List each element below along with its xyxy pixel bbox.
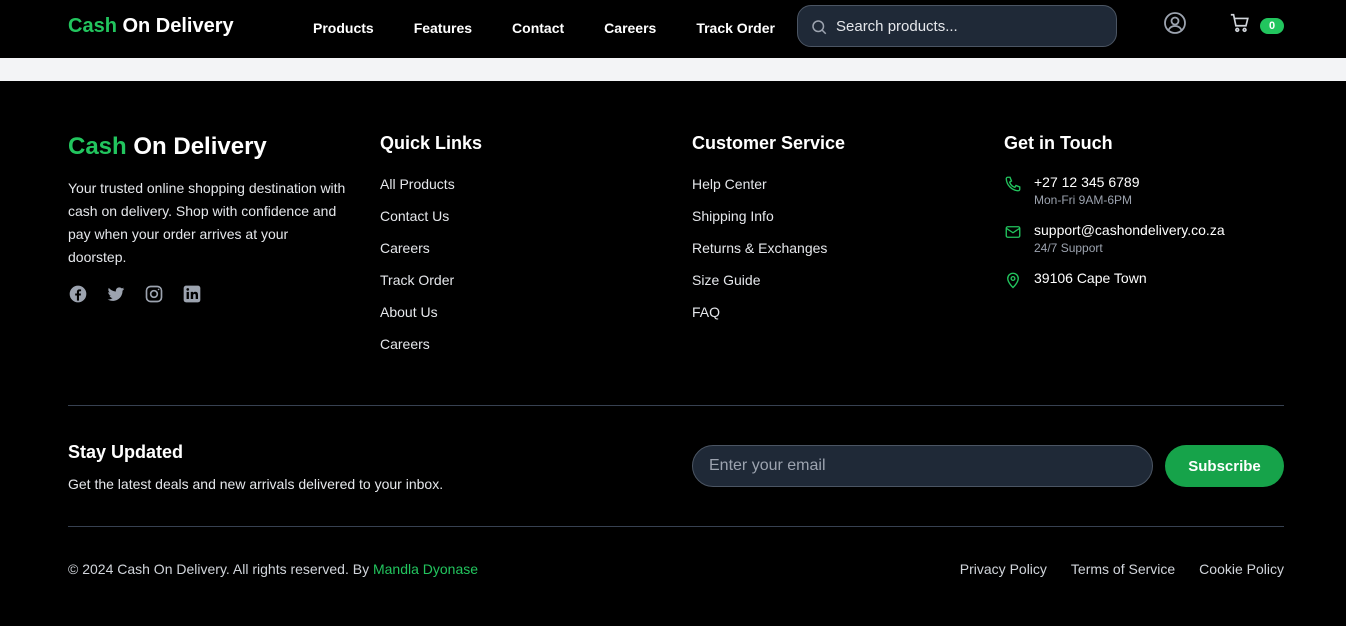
contact-phone-number[interactable]: +27 12 345 6789 xyxy=(1034,174,1140,190)
contact-column: Get in Touch xyxy=(1004,133,1113,176)
top-navbar: Cash On Delivery Products Features Conta… xyxy=(0,0,1346,58)
terms-of-service-link[interactable]: Terms of Service xyxy=(1071,561,1175,577)
copyright-text: © 2024 Cash On Delivery. All rights rese… xyxy=(68,561,478,577)
shopping-cart-icon[interactable] xyxy=(1229,12,1251,34)
quick-links-column: Quick Links All Products Contact Us Care… xyxy=(380,133,482,368)
content-strip xyxy=(0,58,1346,81)
footer-brand-part2: On Delivery xyxy=(133,133,267,160)
search-box xyxy=(797,5,1117,47)
copyright-notice: © 2024 Cash On Delivery. All rights rese… xyxy=(68,561,370,577)
nav-careers[interactable]: Careers xyxy=(604,20,656,36)
newsletter-title: Stay Updated xyxy=(68,442,184,462)
search-input[interactable] xyxy=(836,6,1106,46)
social-links xyxy=(68,284,202,304)
footer-divider-bottom xyxy=(68,526,1284,527)
brand-logo[interactable]: Cash On Delivery xyxy=(68,15,234,38)
service-link-faq[interactable]: FAQ xyxy=(692,304,845,336)
map-pin-icon xyxy=(1007,272,1019,289)
footer-brand-logo: Cash On Delivery xyxy=(68,133,267,161)
quick-link-track-order[interactable]: Track Order xyxy=(380,272,482,304)
footer-brand-part1: Cash xyxy=(68,133,127,160)
legal-links: Privacy Policy Terms of Service Cookie P… xyxy=(960,561,1284,577)
user-account-icon[interactable] xyxy=(1163,11,1187,35)
contact-email-address[interactable]: support@cashondelivery.co.za xyxy=(1034,222,1225,238)
footer-about-text: Your trusted online shopping destination… xyxy=(68,180,346,265)
service-link-shipping-info[interactable]: Shipping Info xyxy=(692,208,845,240)
quick-link-about-us[interactable]: About Us xyxy=(380,304,482,336)
linkedin-icon[interactable] xyxy=(182,284,202,304)
brand-logo-part1: Cash xyxy=(68,15,117,37)
customer-service-column: Customer Service Help Center Shipping In… xyxy=(692,133,845,336)
contact-phone-hours: Mon-Fri 9AM-6PM xyxy=(1034,193,1133,207)
subscribe-button[interactable]: Subscribe xyxy=(1165,445,1284,487)
mail-icon xyxy=(1005,226,1021,238)
author-link[interactable]: Mandla Dyonase xyxy=(373,561,478,577)
search-icon[interactable] xyxy=(810,18,828,36)
twitter-icon[interactable] xyxy=(106,284,126,304)
quick-link-all-products[interactable]: All Products xyxy=(380,176,482,208)
footer-divider-top xyxy=(68,405,1284,406)
quick-link-careers-2[interactable]: Careers xyxy=(380,336,482,368)
nav-features[interactable]: Features xyxy=(414,20,472,36)
instagram-icon[interactable] xyxy=(144,284,164,304)
service-link-help-center[interactable]: Help Center xyxy=(692,176,845,208)
contact-address-text: 39106 Cape Town xyxy=(1034,270,1147,286)
main-nav: Products Features Contact Careers Track … xyxy=(313,20,815,36)
newsletter-subtitle: Get the latest deals and new arrivals de… xyxy=(68,476,444,492)
nav-track-order[interactable]: Track Order xyxy=(696,20,775,36)
quick-links-title: Quick Links xyxy=(380,133,483,153)
quick-link-contact-us[interactable]: Contact Us xyxy=(380,208,482,240)
privacy-policy-link[interactable]: Privacy Policy xyxy=(960,561,1047,577)
service-link-returns[interactable]: Returns & Exchanges xyxy=(692,240,845,272)
customer-service-title: Customer Service xyxy=(692,133,846,153)
cookie-policy-link[interactable]: Cookie Policy xyxy=(1199,561,1284,577)
newsletter-email-input[interactable] xyxy=(692,445,1153,487)
contact-email-note: 24/7 Support xyxy=(1034,241,1103,255)
phone-icon xyxy=(1005,176,1021,192)
brand-logo-part2: On Delivery xyxy=(122,15,234,37)
quick-link-careers[interactable]: Careers xyxy=(380,240,482,272)
cart-count-badge: 0 xyxy=(1260,18,1284,34)
nav-products[interactable]: Products xyxy=(313,20,374,36)
contact-title: Get in Touch xyxy=(1004,133,1113,153)
service-link-size-guide[interactable]: Size Guide xyxy=(692,272,845,304)
facebook-icon[interactable] xyxy=(68,284,88,304)
nav-contact[interactable]: Contact xyxy=(512,20,564,36)
